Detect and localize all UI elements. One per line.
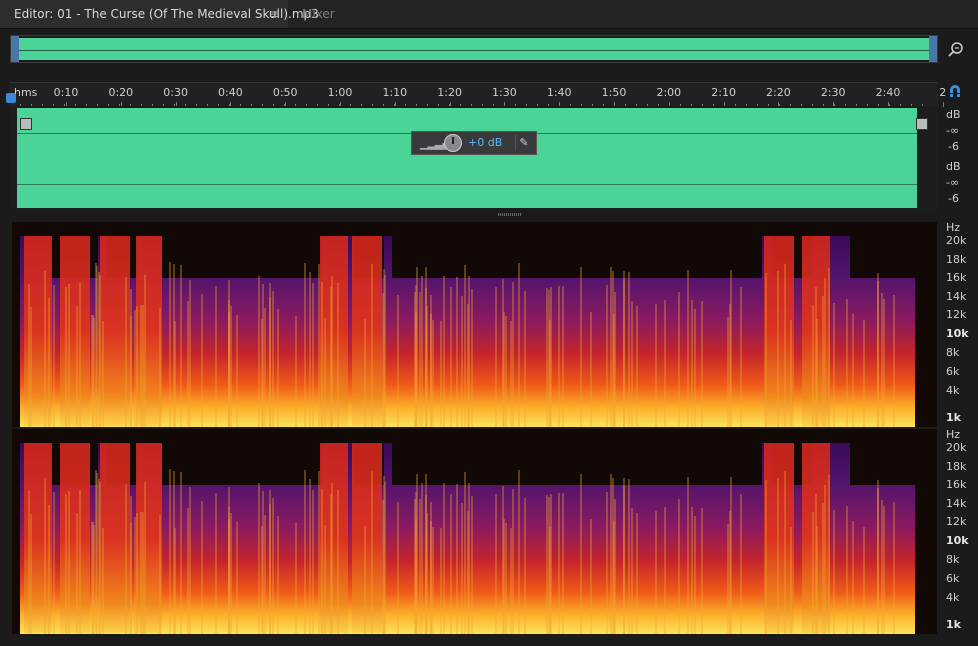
db-label: dB (946, 108, 961, 121)
gain-value: +0 dB (468, 136, 503, 149)
ruler-label: 0:10 (53, 86, 79, 99)
db-label: -6 (948, 140, 959, 153)
hz-label: 16k (946, 271, 967, 284)
spectral-burst (352, 443, 382, 633)
hz-label: 4k (946, 591, 960, 604)
ruler-label: 2:00 (656, 86, 682, 99)
panel-splitter[interactable] (498, 213, 522, 216)
db-label: -∞ (946, 176, 960, 189)
hz-label: 12k (946, 515, 967, 528)
playhead-marker[interactable] (6, 93, 16, 103)
hz-label: 1k (946, 411, 961, 424)
hz-label: 18k (946, 460, 967, 473)
spectral-burst (352, 236, 382, 426)
hz-label: 1k (946, 618, 961, 631)
db-label: -6 (948, 192, 959, 205)
ruler-label: 2:10 (711, 86, 736, 99)
pin-icon[interactable]: ✎ (515, 135, 532, 151)
hz-label: 8k (946, 346, 960, 359)
gain-knob[interactable] (444, 134, 462, 152)
hz-label: 6k (946, 572, 960, 585)
waveform-display[interactable] (10, 106, 938, 210)
hz-label: 18k (946, 253, 967, 266)
hz-label: 12k (946, 308, 967, 321)
ruler-tick (942, 102, 944, 107)
time-ruler[interactable]: hms 0:10 0:20 0:30 0:40 0:50 1:00 1:10 1:20 1:30… (10, 82, 946, 107)
hud-gain-control[interactable]: ▁▂▃▄▅ +0 dB ✎ (411, 131, 537, 155)
bottom-bar (0, 636, 978, 646)
waveform-fill (17, 108, 917, 208)
ruler-label: 2:20 (766, 86, 791, 99)
spectral-display-left[interactable] (12, 222, 937, 427)
ruler-label: 0:50 (272, 86, 298, 99)
ruler-label: 1:50 (601, 86, 627, 99)
hz-label: 10k (946, 327, 969, 340)
zoom-icon[interactable] (946, 40, 966, 60)
ruler-label: 0:30 (163, 86, 188, 99)
tab-bar: Editor: 01 - The Curse (Of The Medieval … (0, 0, 978, 29)
overview-left-handle[interactable] (11, 36, 19, 62)
ruler-label: 1:00 (327, 86, 353, 99)
tab-editor[interactable]: Editor: 01 - The Curse (Of The Medieval … (0, 0, 319, 28)
spectral-display-right[interactable] (12, 429, 937, 634)
ruler-label: 0:20 (108, 86, 134, 99)
hz-label: 20k (946, 234, 967, 247)
overview-right-handle[interactable] (929, 36, 937, 62)
snap-magnet-icon[interactable] (946, 84, 964, 102)
hz-label: 16k (946, 478, 967, 491)
db-label: -∞ (946, 124, 960, 137)
hz-label: 14k (946, 290, 967, 303)
hz-label: 4k (946, 384, 960, 397)
hz-label: 14k (946, 497, 967, 510)
hz-label: 10k (946, 534, 969, 547)
hz-label: 6k (946, 365, 960, 378)
ruler-label: 1:10 (382, 86, 408, 99)
ruler-label: 1:20 (437, 86, 462, 99)
ruler-label: 1:30 (492, 86, 517, 99)
fade-in-handle[interactable] (20, 118, 32, 130)
hz-label: 8k (946, 553, 960, 566)
ruler-label: 2:40 (875, 86, 901, 99)
ruler-label: 2:30 (820, 86, 846, 99)
overview-navigator[interactable] (10, 35, 938, 63)
overview-waveform (19, 38, 929, 60)
hz-unit-label: Hz (946, 428, 961, 441)
menu-icon[interactable]: ≡ (270, 0, 280, 28)
hz-unit-label: Hz (946, 221, 961, 234)
db-label: dB (946, 160, 961, 173)
tab-mixer[interactable]: Mixer (290, 0, 350, 28)
fade-out-handle[interactable] (916, 118, 928, 130)
ruler-label: 0:40 (218, 86, 243, 99)
ruler-unit: hms (14, 86, 38, 99)
ruler-label: 1:40 (546, 86, 572, 99)
hz-label: 20k (946, 441, 967, 454)
